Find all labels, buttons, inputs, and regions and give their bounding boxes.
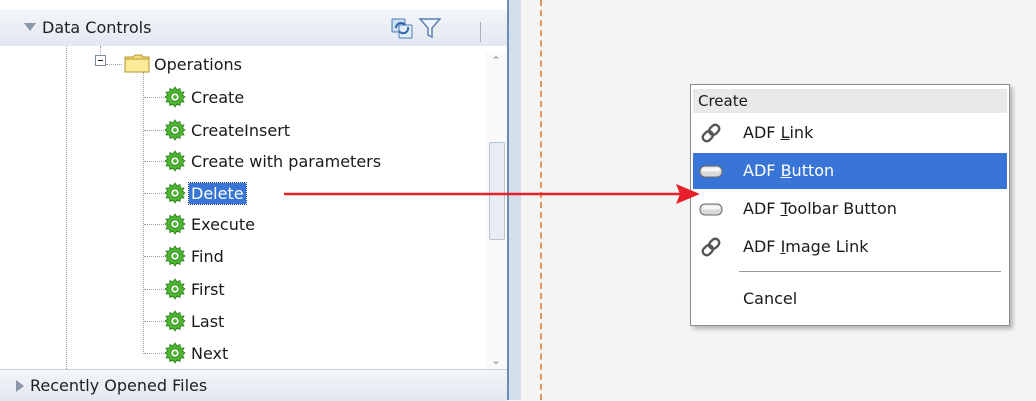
tree-item-label: Last bbox=[191, 311, 225, 331]
scroll-up-arrow-icon[interactable]: ⌃ bbox=[485, 52, 507, 70]
header-separator bbox=[480, 22, 481, 42]
scroll-thumb[interactable] bbox=[489, 142, 505, 240]
tree-item[interactable]: First bbox=[164, 274, 227, 304]
menu-item-adf-button[interactable]: ADF Button bbox=[693, 153, 1007, 189]
menu-item-label: ADF Button bbox=[743, 161, 835, 180]
tree-connector bbox=[144, 193, 164, 194]
menu-item-adf-toolbar-button[interactable]: ADF Toolbar Button bbox=[693, 191, 1007, 227]
button-icon bbox=[699, 203, 723, 216]
tree-item-label: Next bbox=[191, 343, 229, 363]
tree-connector bbox=[144, 161, 164, 162]
menu-item-adf-link[interactable]: ADF Link bbox=[693, 115, 1007, 151]
gear-icon bbox=[164, 213, 186, 235]
gear-icon bbox=[164, 119, 186, 141]
tree-connector bbox=[144, 289, 164, 290]
tree-item-label: Create with parameters bbox=[191, 151, 382, 171]
gear-icon bbox=[164, 86, 186, 108]
tree-connector bbox=[144, 256, 164, 257]
tree-guide-line bbox=[66, 46, 67, 369]
menu-item-label: ADF Link bbox=[743, 123, 814, 142]
create-context-menu: Create ADF Link ADF Button ADF Toolbar B… bbox=[690, 84, 1010, 326]
tree-item-label: First bbox=[191, 279, 225, 299]
button-icon bbox=[699, 165, 723, 178]
tree-item[interactable]: Next bbox=[164, 338, 230, 368]
menu-item-label: Cancel bbox=[743, 289, 798, 308]
recent-files-header[interactable]: Recently Opened Files bbox=[0, 369, 507, 401]
tree-item[interactable]: Execute bbox=[164, 209, 257, 239]
tree-connector bbox=[106, 64, 122, 65]
tree-connector bbox=[144, 353, 164, 354]
tree-guide-line bbox=[143, 72, 144, 354]
tree-connector bbox=[144, 224, 164, 225]
scroll-down-arrow-icon[interactable]: ⌄ bbox=[485, 351, 507, 369]
link-icon bbox=[701, 237, 721, 257]
filter-icon[interactable] bbox=[418, 16, 442, 40]
menu-header: Create bbox=[693, 89, 1007, 113]
tree-item[interactable]: Last bbox=[164, 306, 226, 336]
tree-connector bbox=[144, 321, 164, 322]
menu-separator bbox=[739, 271, 1001, 272]
folder-label: Operations bbox=[154, 54, 242, 74]
tree-item[interactable]: Create with parameters bbox=[164, 146, 383, 176]
menu-item-cancel[interactable]: Cancel bbox=[693, 281, 1007, 317]
gear-icon bbox=[164, 150, 186, 172]
canvas-edge-divider bbox=[540, 0, 542, 400]
data-controls-title: Data Controls bbox=[42, 18, 152, 37]
data-controls-panel: Data Controls Operations Create CreateIn… bbox=[0, 0, 521, 401]
recent-files-title: Recently Opened Files bbox=[30, 376, 208, 395]
panel-border bbox=[507, 0, 521, 400]
gear-icon bbox=[164, 342, 186, 364]
link-icon bbox=[701, 123, 721, 143]
tree-item[interactable]: Create bbox=[164, 82, 246, 112]
refresh-icon[interactable] bbox=[390, 16, 414, 40]
expand-triangle-icon[interactable] bbox=[16, 380, 24, 392]
tree-item-label: Delete bbox=[188, 181, 247, 205]
data-controls-tree bbox=[0, 46, 507, 369]
tree-item[interactable]: Find bbox=[164, 241, 226, 271]
gear-icon bbox=[164, 278, 186, 300]
tree-folder-operations[interactable]: Operations bbox=[152, 49, 244, 79]
tree-item-selected[interactable]: Delete bbox=[164, 178, 247, 208]
gear-icon bbox=[164, 182, 186, 204]
tree-item-label: Find bbox=[191, 246, 224, 266]
gear-icon bbox=[164, 310, 186, 332]
collapse-triangle-icon[interactable] bbox=[24, 23, 36, 31]
tree-connector bbox=[144, 130, 164, 131]
tree-collapse-toggle[interactable] bbox=[95, 55, 106, 66]
data-controls-header[interactable]: Data Controls bbox=[0, 10, 507, 47]
tree-item-label: CreateInsert bbox=[191, 120, 291, 140]
tree-scrollbar[interactable]: ⌃ ⌄ bbox=[485, 52, 507, 369]
menu-item-label: ADF Image Link bbox=[743, 237, 869, 256]
tree-item-label: Execute bbox=[191, 214, 255, 234]
menu-item-adf-image-link[interactable]: ADF Image Link bbox=[693, 229, 1007, 265]
folder-icon bbox=[124, 54, 150, 73]
gear-icon bbox=[164, 245, 186, 267]
tree-connector bbox=[144, 97, 164, 98]
menu-item-label: ADF Toolbar Button bbox=[743, 199, 897, 218]
tree-item-label: Create bbox=[191, 87, 245, 107]
tree-item[interactable]: CreateInsert bbox=[164, 115, 292, 145]
